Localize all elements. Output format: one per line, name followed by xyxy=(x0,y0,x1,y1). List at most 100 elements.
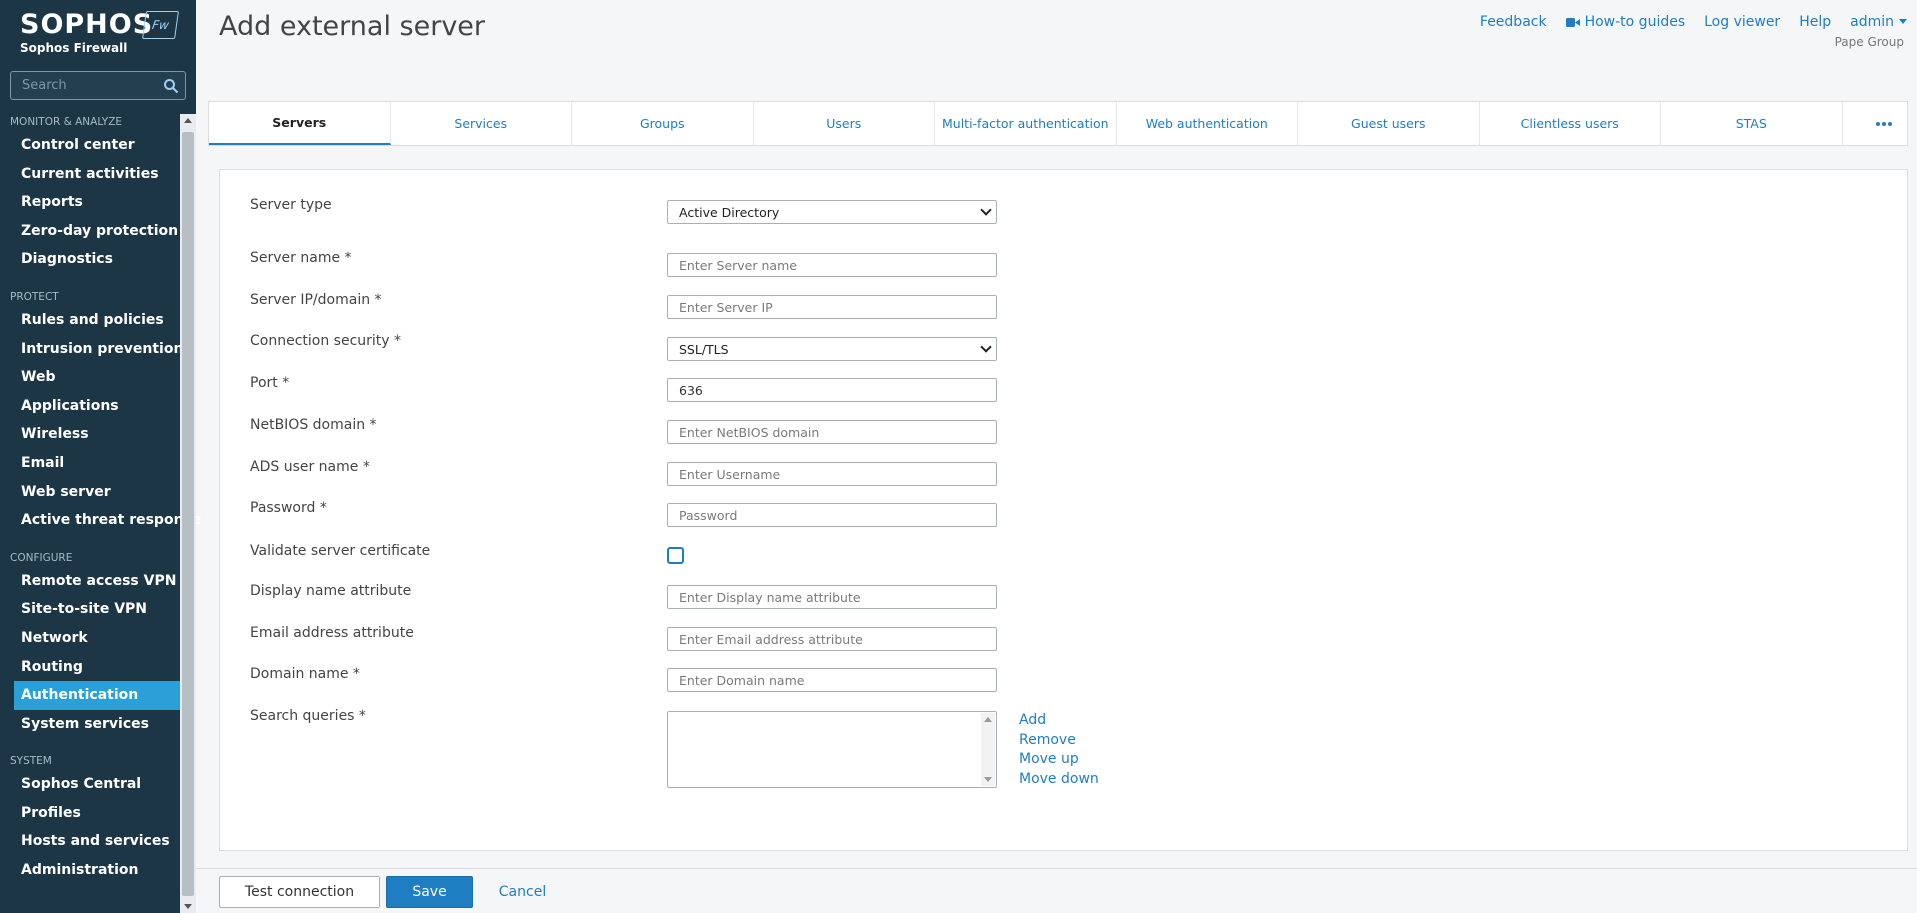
sidebar-item-site-to-site-vpn[interactable]: Site-to-site VPN xyxy=(0,595,180,624)
scroll-down-icon[interactable] xyxy=(984,777,992,782)
save-button[interactable]: Save xyxy=(386,876,473,908)
cancel-button[interactable]: Cancel xyxy=(490,876,555,908)
server-ip-label: Server IP/domain * xyxy=(250,292,382,308)
howto-guides-link[interactable]: How-to guides xyxy=(1565,14,1685,30)
sidebar: SOPHOS Sophos Firewall Fw MONITOR & ANAL… xyxy=(0,0,201,913)
tab-clientless-users[interactable]: Clientless users xyxy=(1480,102,1661,145)
top-links: Feedback How-to guides Log viewer Help a… xyxy=(1480,14,1907,30)
password-label: Password * xyxy=(250,500,327,516)
sidebar-search[interactable] xyxy=(10,71,186,100)
display-name-attribute-field[interactable]: Enter Display name attribute xyxy=(667,585,997,609)
organization-name: Pape Group xyxy=(1834,35,1904,49)
sidebar-item-control-center[interactable]: Control center xyxy=(0,131,180,160)
remove-query-link[interactable]: Remove xyxy=(1019,731,1099,751)
scroll-up-icon[interactable] xyxy=(184,118,192,123)
log-viewer-link[interactable]: Log viewer xyxy=(1704,14,1780,30)
validate-certificate-label: Validate server certificate xyxy=(250,543,431,559)
scroll-down-icon[interactable] xyxy=(184,904,192,909)
sidebar-item-current-activities[interactable]: Current activities xyxy=(0,160,180,189)
port-field[interactable]: 636 xyxy=(667,378,997,402)
move-up-link[interactable]: Move up xyxy=(1019,750,1099,770)
chevron-down-icon xyxy=(980,204,992,216)
sidebar-item-remote-access-vpn[interactable]: Remote access VPN xyxy=(0,567,180,596)
page-title: Add external server xyxy=(219,11,486,42)
nav-section-configure: CONFIGURE xyxy=(10,551,73,564)
sidebar-item-diagnostics[interactable]: Diagnostics xyxy=(0,245,180,274)
sidebar-item-web-server[interactable]: Web server xyxy=(0,478,180,507)
feedback-link[interactable]: Feedback xyxy=(1480,14,1547,30)
tab-multi-factor-authentication[interactable]: Multi-factor authentication xyxy=(935,102,1117,145)
connection-security-select[interactable]: SSL/TLS xyxy=(667,337,997,361)
tab-groups[interactable]: Groups xyxy=(572,102,754,145)
chevron-down-icon xyxy=(980,341,992,353)
sidebar-item-wireless[interactable]: Wireless xyxy=(0,420,180,449)
password-field[interactable]: Password xyxy=(667,503,997,527)
sidebar-item-hosts-and-services[interactable]: Hosts and services xyxy=(0,827,180,856)
search-queries-list[interactable] xyxy=(667,711,997,788)
nav-section-monitor: MONITOR & ANALYZE xyxy=(10,116,123,128)
netbios-domain-label: NetBIOS domain * xyxy=(250,417,377,433)
email-attribute-field[interactable]: Enter Email address attribute xyxy=(667,627,997,651)
sidebar-item-profiles[interactable]: Profiles xyxy=(0,799,180,828)
add-query-link[interactable]: Add xyxy=(1019,711,1099,731)
search-queries-actions: Add Remove Move up Move down xyxy=(1019,711,1099,790)
port-label: Port * xyxy=(250,375,290,391)
email-attribute-label: Email address attribute xyxy=(250,625,414,641)
server-type-value: Active Directory xyxy=(679,204,780,220)
sidebar-scrollbar[interactable] xyxy=(180,114,196,913)
sophos-logo: SOPHOS xyxy=(20,9,154,40)
tab-services[interactable]: Services xyxy=(391,102,572,145)
server-type-label: Server type xyxy=(250,197,332,213)
server-type-select[interactable]: Active Directory xyxy=(667,200,997,224)
sidebar-item-active-threat-response[interactable]: Active threat response xyxy=(0,506,201,535)
scrollbar-thumb[interactable] xyxy=(182,132,194,896)
sidebar-item-routing[interactable]: Routing xyxy=(0,653,180,682)
sidebar-item-applications[interactable]: Applications xyxy=(0,392,180,421)
sidebar-item-administration[interactable]: Administration xyxy=(0,856,180,885)
domain-name-label: Domain name * xyxy=(250,666,360,682)
test-connection-button[interactable]: Test connection xyxy=(219,876,380,908)
search-queries-label: Search queries * xyxy=(250,708,366,724)
chevron-down-icon xyxy=(1899,19,1907,24)
video-camera-icon xyxy=(1565,18,1580,27)
nav-section-protect: PROTECT xyxy=(10,290,59,303)
connection-security-label: Connection security * xyxy=(250,333,402,349)
tab-bar: Servers Services Groups Users Multi-fact… xyxy=(208,101,1908,146)
sidebar-item-rules-and-policies[interactable]: Rules and policies xyxy=(0,306,180,335)
firewall-badge-icon: Fw xyxy=(142,11,179,39)
help-link[interactable]: Help xyxy=(1799,14,1831,30)
tab-users[interactable]: Users xyxy=(754,102,935,145)
admin-menu[interactable]: admin xyxy=(1850,14,1907,30)
sidebar-item-web[interactable]: Web xyxy=(0,363,180,392)
nav-section-system: SYSTEM xyxy=(10,755,52,768)
tab-more[interactable] xyxy=(1843,102,1907,145)
tab-web-authentication[interactable]: Web authentication xyxy=(1117,102,1298,145)
sidebar-item-authentication[interactable]: Authentication xyxy=(14,681,180,710)
move-down-link[interactable]: Move down xyxy=(1019,770,1099,790)
netbios-domain-field[interactable]: Enter NetBIOS domain xyxy=(667,420,997,444)
product-name: Sophos Firewall xyxy=(20,41,128,55)
tab-guest-users[interactable]: Guest users xyxy=(1298,102,1480,145)
scroll-up-icon[interactable] xyxy=(984,717,992,722)
sidebar-item-reports[interactable]: Reports xyxy=(0,188,180,217)
ads-user-field[interactable]: Enter Username xyxy=(667,462,997,486)
sidebar-item-intrusion-prevention[interactable]: Intrusion prevention xyxy=(0,335,183,364)
tab-stas[interactable]: STAS xyxy=(1661,102,1843,145)
sidebar-item-email[interactable]: Email xyxy=(0,449,180,478)
server-ip-field[interactable]: Enter Server IP xyxy=(667,295,997,319)
sidebar-item-system-services[interactable]: System services xyxy=(0,710,180,739)
search-icon[interactable] xyxy=(163,78,179,94)
ads-user-label: ADS user name * xyxy=(250,459,370,475)
tab-servers[interactable]: Servers xyxy=(209,102,391,145)
server-name-label: Server name * xyxy=(250,250,352,266)
sidebar-item-sophos-central[interactable]: Sophos Central xyxy=(0,770,180,799)
search-queries-scrollbar[interactable] xyxy=(981,713,995,786)
sidebar-item-zero-day-protection[interactable]: Zero-day protection xyxy=(0,217,180,246)
sidebar-search-input[interactable] xyxy=(11,72,156,99)
domain-name-field[interactable]: Enter Domain name xyxy=(667,668,997,692)
sidebar-item-network[interactable]: Network xyxy=(0,624,180,653)
validate-certificate-checkbox[interactable] xyxy=(667,547,684,564)
server-name-field[interactable]: Enter Server name xyxy=(667,253,997,277)
display-name-attribute-label: Display name attribute xyxy=(250,583,412,599)
sidebar-nav: MONITOR & ANALYZE Control center Current… xyxy=(0,112,201,885)
